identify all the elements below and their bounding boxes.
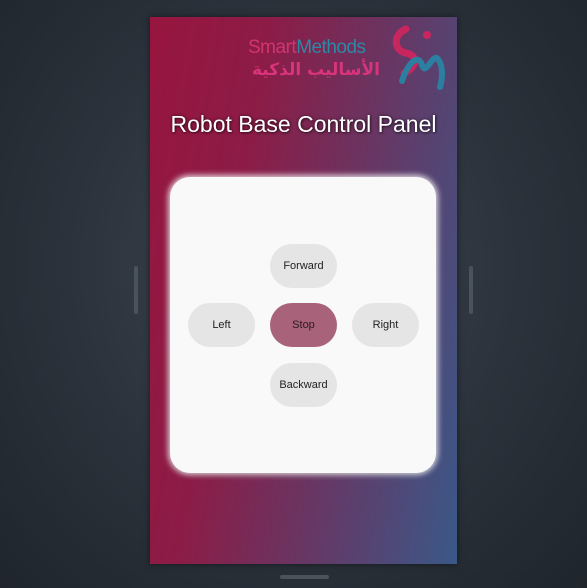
forward-button[interactable]: Forward <box>270 244 337 288</box>
right-resize-handle[interactable] <box>469 266 473 314</box>
right-button[interactable]: Right <box>352 303 419 347</box>
control-pad-card: Forward Left Stop Right Backward <box>170 177 436 473</box>
logo-smart-text: Smart <box>248 37 297 58</box>
logo-mark-icon <box>392 25 445 90</box>
bottom-resize-handle[interactable] <box>280 575 329 579</box>
logo-arabic-text: الأساليب الذكية <box>252 60 380 80</box>
left-resize-handle[interactable] <box>134 266 138 314</box>
left-button[interactable]: Left <box>188 303 255 347</box>
page-title: Robot Base Control Panel <box>170 111 437 137</box>
logo-english-text: SmartMethods <box>248 37 366 59</box>
stop-button[interactable]: Stop <box>270 303 337 347</box>
app-screen: SmartMethods الأساليب الذكية Robot Base … <box>150 17 457 564</box>
smart-methods-logo: SmartMethods الأساليب الذكية <box>248 23 448 95</box>
backward-button[interactable]: Backward <box>270 363 337 407</box>
desktop-background: SmartMethods الأساليب الذكية Robot Base … <box>0 0 587 588</box>
logo-methods-text: Methods <box>296 37 366 58</box>
